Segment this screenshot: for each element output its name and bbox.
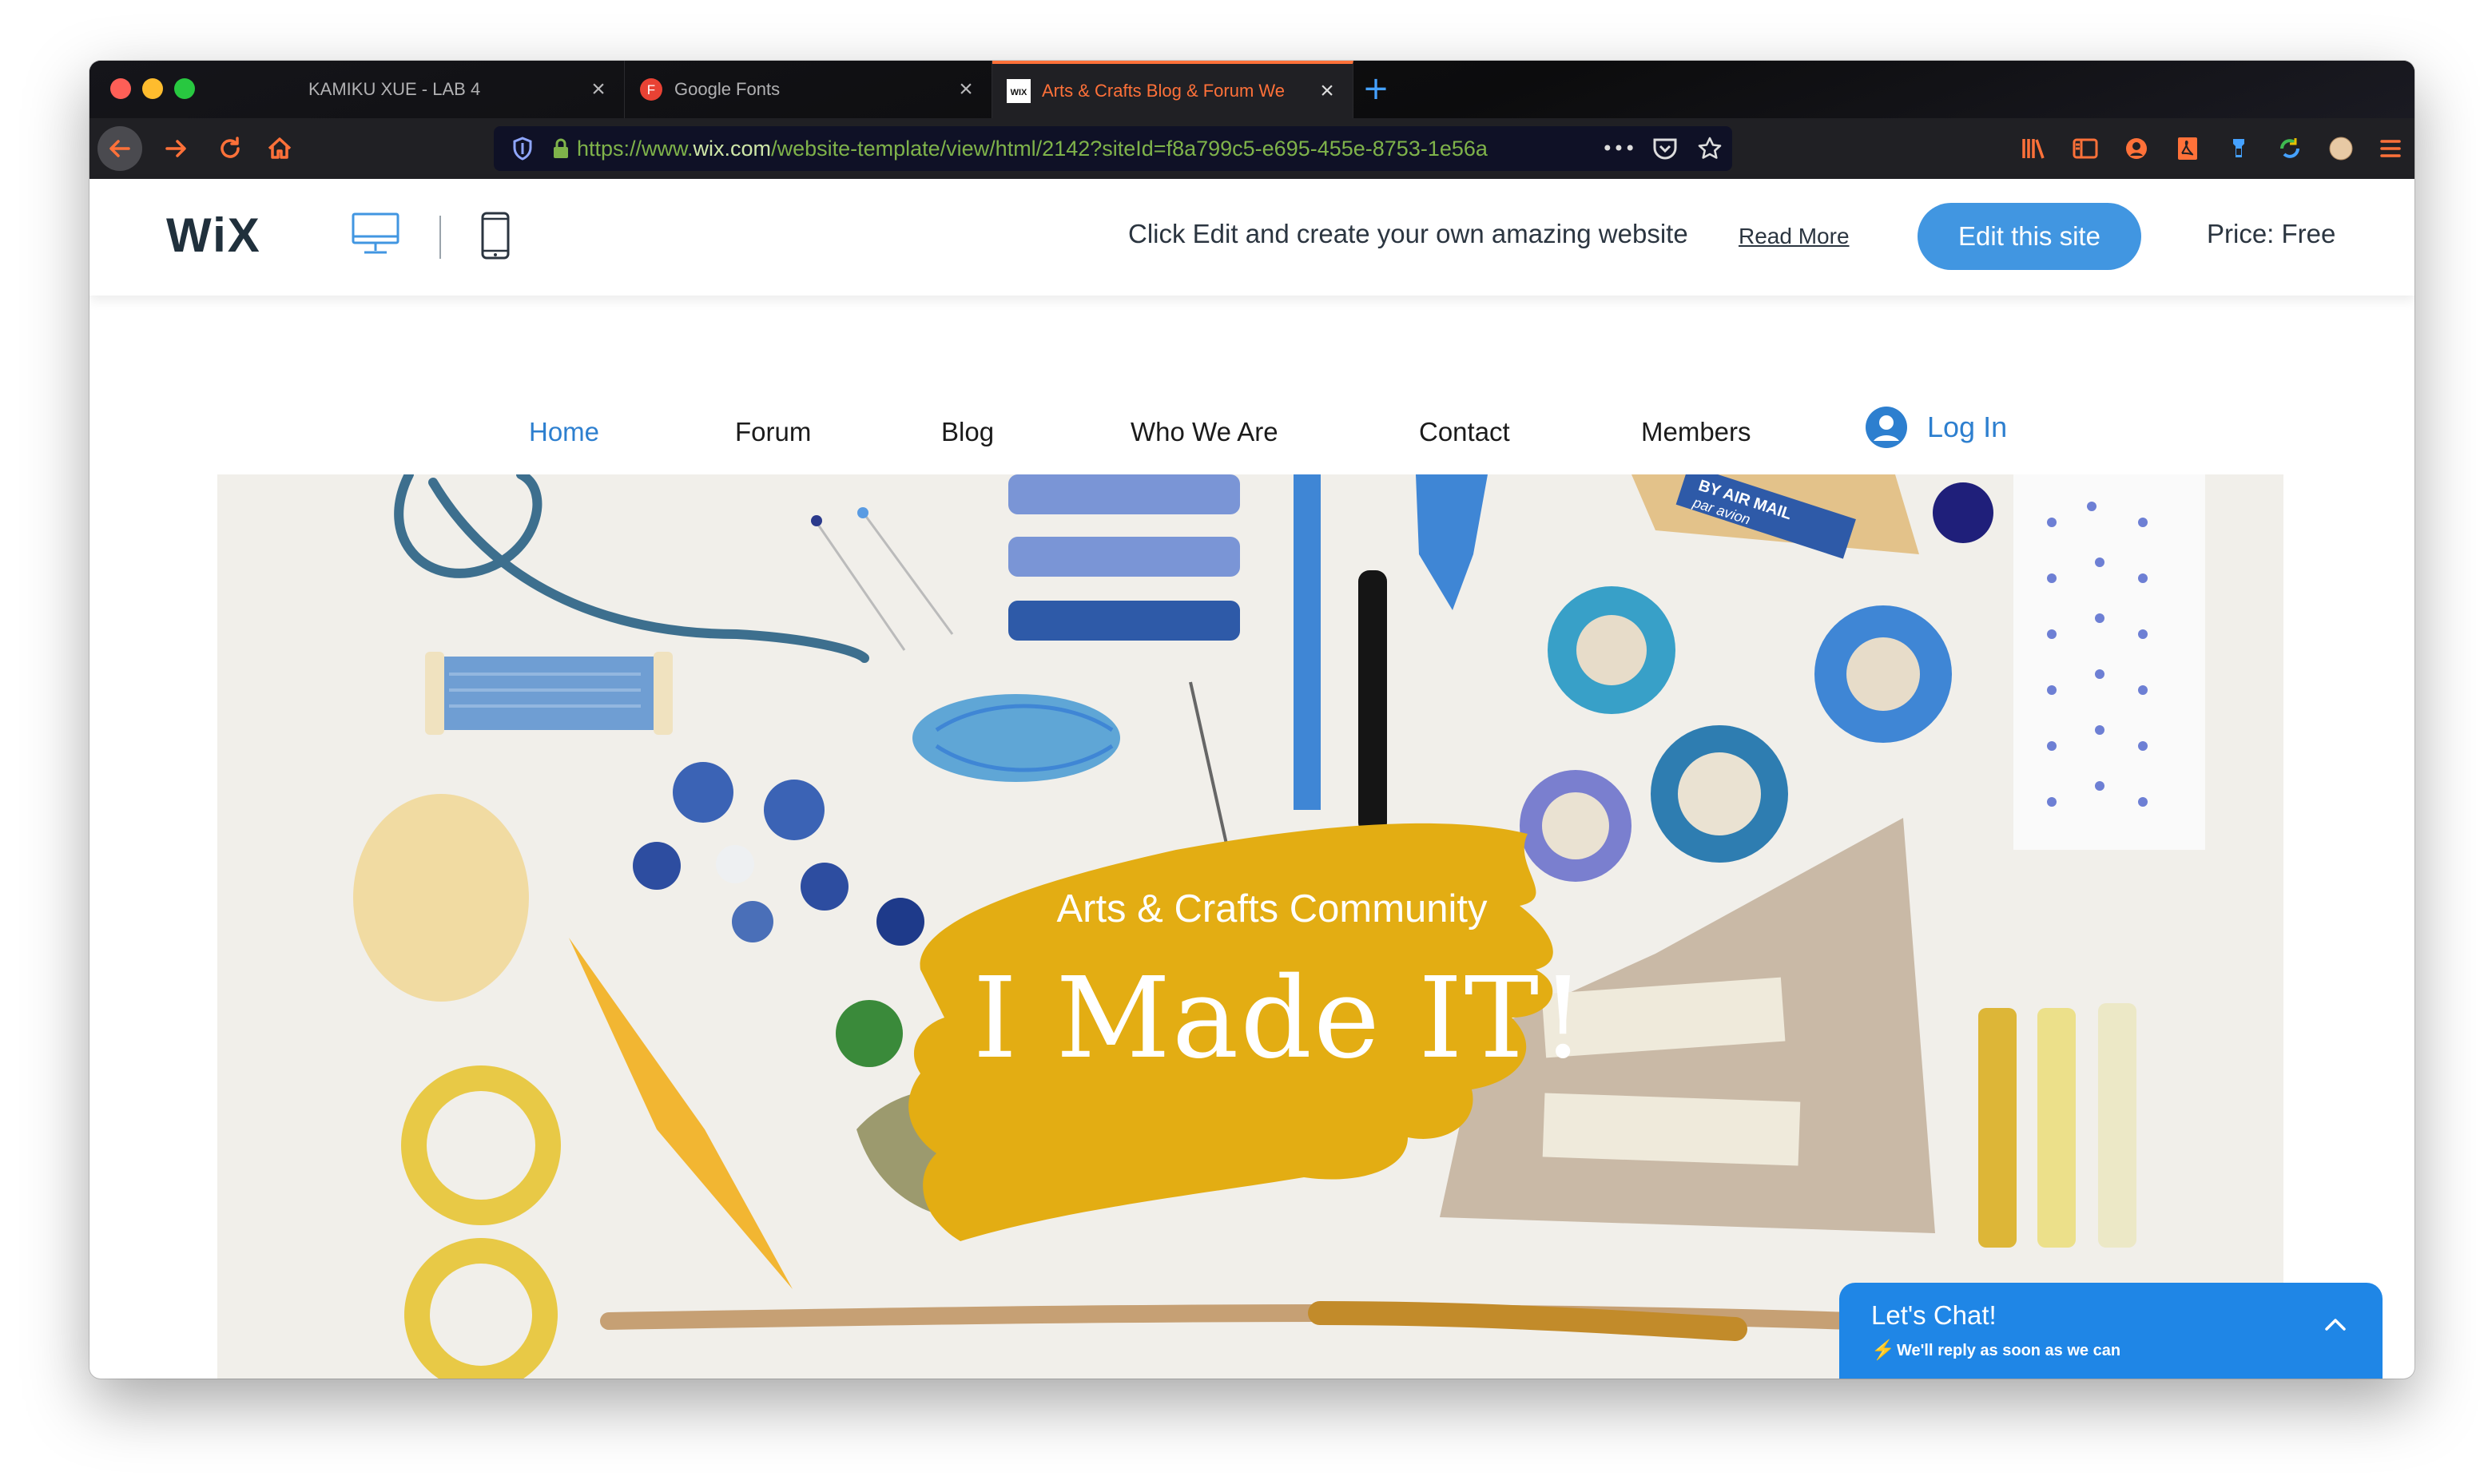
pdf-extension-icon[interactable] xyxy=(2162,118,2213,179)
nav-members[interactable]: Members xyxy=(1641,417,1751,447)
back-button[interactable] xyxy=(97,126,142,171)
chat-title: Let's Chat! xyxy=(1871,1300,1997,1330)
template-tagline: Click Edit and create your own amazing w… xyxy=(1128,219,1688,248)
arrow-right-icon xyxy=(165,140,186,157)
toolbar-icons xyxy=(2009,118,2414,179)
login-button[interactable]: Log In xyxy=(1865,406,2007,449)
forward-button[interactable] xyxy=(153,126,198,171)
sidebar-icon[interactable] xyxy=(2060,118,2111,179)
nav-who-we-are[interactable]: Who We Are xyxy=(1131,417,1278,447)
user-avatar-icon xyxy=(1866,407,1907,448)
price-label: Price: Free xyxy=(2207,219,2336,248)
close-tab-icon[interactable]: × xyxy=(1313,77,1341,105)
lock-icon[interactable] xyxy=(545,137,577,160)
page-actions-more-icon[interactable]: ••• xyxy=(1595,137,1643,160)
hero-subtitle: Arts & Crafts Community xyxy=(1056,887,1488,930)
arrow-left-icon xyxy=(109,140,130,157)
close-window-button[interactable] xyxy=(110,78,131,99)
profile-avatar[interactable] xyxy=(2315,118,2367,179)
site-navigation: Home Forum Blog Who We Are Contact Membe… xyxy=(89,296,2414,474)
url-text[interactable]: https://www.wix.com/website-template/vie… xyxy=(577,137,1595,161)
nav-blog[interactable]: Blog xyxy=(941,417,994,447)
google-fonts-icon: F xyxy=(639,77,663,101)
edit-this-site-button[interactable]: Edit this site xyxy=(1918,203,2141,270)
close-tab-icon[interactable]: × xyxy=(952,76,980,103)
tracking-protection-shield-icon[interactable] xyxy=(500,137,545,161)
reload-button[interactable] xyxy=(208,126,252,171)
tab-label: Arts & Crafts Blog & Forum We xyxy=(1042,81,1286,101)
tab-label: Google Fonts xyxy=(674,79,781,99)
home-icon xyxy=(268,137,292,159)
tab-strip: KAMIKU XUE - LAB 4 × F Google Fonts × WI… xyxy=(89,61,2414,118)
chat-subtitle: We'll reply as soon as we can xyxy=(1897,1342,2121,1359)
svg-text:F: F xyxy=(647,82,655,97)
zoom-window-button[interactable] xyxy=(174,78,195,99)
address-bar[interactable]: https://www.wix.com/website-template/vie… xyxy=(494,126,1732,171)
nav-forum[interactable]: Forum xyxy=(735,417,811,447)
navigation-toolbar: https://www.wix.com/website-template/vie… xyxy=(89,118,2414,179)
lightning-icon: ⚡ xyxy=(1871,1339,1895,1361)
reload-icon xyxy=(221,137,240,158)
wix-template-header: WiX Click Edit and create your own amazi… xyxy=(89,179,2414,296)
browser-window: KAMIKU XUE - LAB 4 × F Google Fonts × WI… xyxy=(89,61,2414,1379)
nav-home[interactable]: Home xyxy=(529,417,599,447)
desktop-view-icon[interactable] xyxy=(350,211,401,260)
wix-icon: WIX xyxy=(1007,79,1031,103)
new-tab-button[interactable]: + xyxy=(1355,69,1397,110)
tab-label: KAMIKU XUE - LAB 4 xyxy=(308,79,481,99)
close-tab-icon[interactable]: × xyxy=(584,76,613,103)
svg-text:WIX: WIX xyxy=(1011,88,1027,97)
chevron-up-icon[interactable] xyxy=(2315,1305,2355,1345)
read-more-link[interactable]: Read More xyxy=(1739,224,1850,249)
pocket-icon[interactable] xyxy=(1643,137,1687,161)
extension-blue-icon[interactable] xyxy=(2213,118,2264,179)
tab-google-fonts[interactable]: F Google Fonts × xyxy=(625,61,992,118)
login-label: Log In xyxy=(1927,411,2008,443)
tab-arts-crafts-blog[interactable]: WIX Arts & Crafts Blog & Forum We × xyxy=(992,61,1353,118)
tab-kamiku-xue-lab4[interactable]: KAMIKU XUE - LAB 4 × xyxy=(259,61,625,118)
menu-hamburger-icon[interactable] xyxy=(2367,118,2414,179)
hero-banner: BY AIR MAIL par avion Arts & Crafts Comm… xyxy=(217,474,2283,1379)
minimize-window-button[interactable] xyxy=(142,78,163,99)
account-icon[interactable] xyxy=(2111,118,2162,179)
library-icon[interactable] xyxy=(2009,118,2060,179)
hero-headline: I Made IT! xyxy=(972,954,1588,1084)
wix-logo[interactable]: WiX xyxy=(166,208,261,263)
mobile-view-icon[interactable] xyxy=(478,211,513,264)
home-button[interactable] xyxy=(257,126,302,171)
chat-widget[interactable]: Let's Chat! ⚡ We'll reply as soon as we … xyxy=(1839,1283,2383,1379)
bookmark-star-icon[interactable] xyxy=(1687,136,1732,161)
page-icon xyxy=(273,77,297,101)
divider xyxy=(439,216,441,259)
nav-contact[interactable]: Contact xyxy=(1419,417,1510,447)
sync-extension-icon[interactable] xyxy=(2264,118,2315,179)
